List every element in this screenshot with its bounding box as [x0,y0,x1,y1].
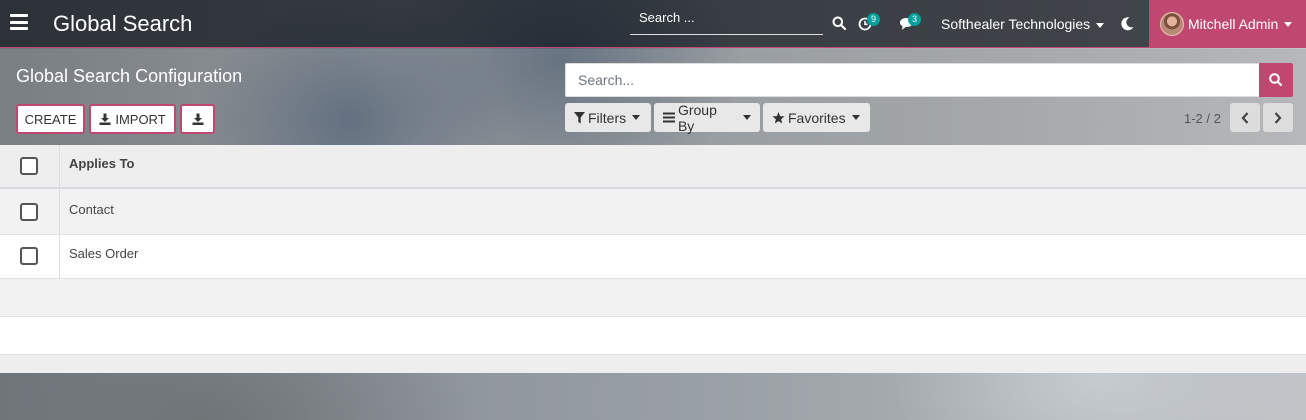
messages-badge: 3 [908,13,921,26]
list-footer [0,355,1306,373]
download-icon [99,113,111,125]
pager-value[interactable]: 1-2 / 2 [1184,111,1221,126]
user-name: Mitchell Admin [1188,16,1279,32]
chevron-down-icon [743,115,751,120]
row-checkbox[interactable] [20,203,38,221]
create-button[interactable]: CREATE [16,104,85,134]
search-button[interactable] [1259,63,1293,97]
import-button-label: IMPORT [115,111,166,127]
search-icon [1269,73,1283,87]
table-row[interactable]: Sales Order [0,235,1306,279]
search-bar [565,63,1293,97]
column-header-applies-to[interactable]: Applies To [69,156,134,171]
company-switcher[interactable]: Softhealer Technologies [941,16,1105,32]
filters-dropdown[interactable]: Filters [565,103,651,132]
header-checkbox-cell [0,145,60,187]
create-button-label: CREATE [24,111,77,127]
favorites-label: Favorites [788,109,846,126]
user-menu[interactable]: Mitchell Admin [1149,0,1306,48]
control-panel: Global Search Configuration CREATE IMPOR… [0,49,1306,145]
groupby-dropdown[interactable]: Group By [654,101,760,134]
select-all-checkbox[interactable] [20,157,38,175]
row-checkbox-cell [0,189,60,234]
list-view: Applies To Contact Sales Order [0,145,1306,373]
moon-icon[interactable] [1119,16,1135,32]
chevron-right-icon [1274,111,1282,124]
chevron-down-icon [851,115,860,120]
pager-previous-button[interactable] [1230,103,1260,132]
breadcrumb: Global Search Configuration [16,66,243,86]
chevron-left-icon [1241,111,1249,124]
favorites-dropdown[interactable]: Favorites [763,103,870,132]
row-applies-to: Sales Order [69,246,139,261]
chevron-down-icon [632,115,641,120]
row-checkbox-cell [0,235,60,278]
groupby-label: Group By [677,101,717,134]
row-checkbox[interactable] [20,247,38,265]
filter-icon [574,111,585,123]
download-icon [192,113,203,125]
list-icon [663,112,675,123]
export-button[interactable] [180,104,215,134]
import-button[interactable]: IMPORT [89,104,176,134]
list-header-row: Applies To [0,145,1306,189]
app-title: Global Search [53,11,193,36]
pager-next-button[interactable] [1263,103,1293,132]
star-icon [772,111,785,123]
search-icon[interactable] [832,16,846,30]
empty-row [0,279,1306,317]
avatar [1160,12,1184,36]
hamburger-icon[interactable] [10,14,28,30]
filters-label: Filters [588,109,627,126]
empty-row [0,317,1306,355]
row-applies-to: Contact [69,202,114,217]
chevron-down-icon [1284,21,1293,27]
top-navbar: Global Search Search ... 9 3 Softhealer … [0,0,1306,48]
global-search-input[interactable]: Search ... [630,6,823,35]
company-name: Softhealer Technologies [941,16,1091,32]
chevron-down-icon [1096,22,1105,28]
table-row[interactable]: Contact [0,189,1306,235]
search-input[interactable] [578,64,1258,96]
activity-badge: 9 [867,13,880,26]
